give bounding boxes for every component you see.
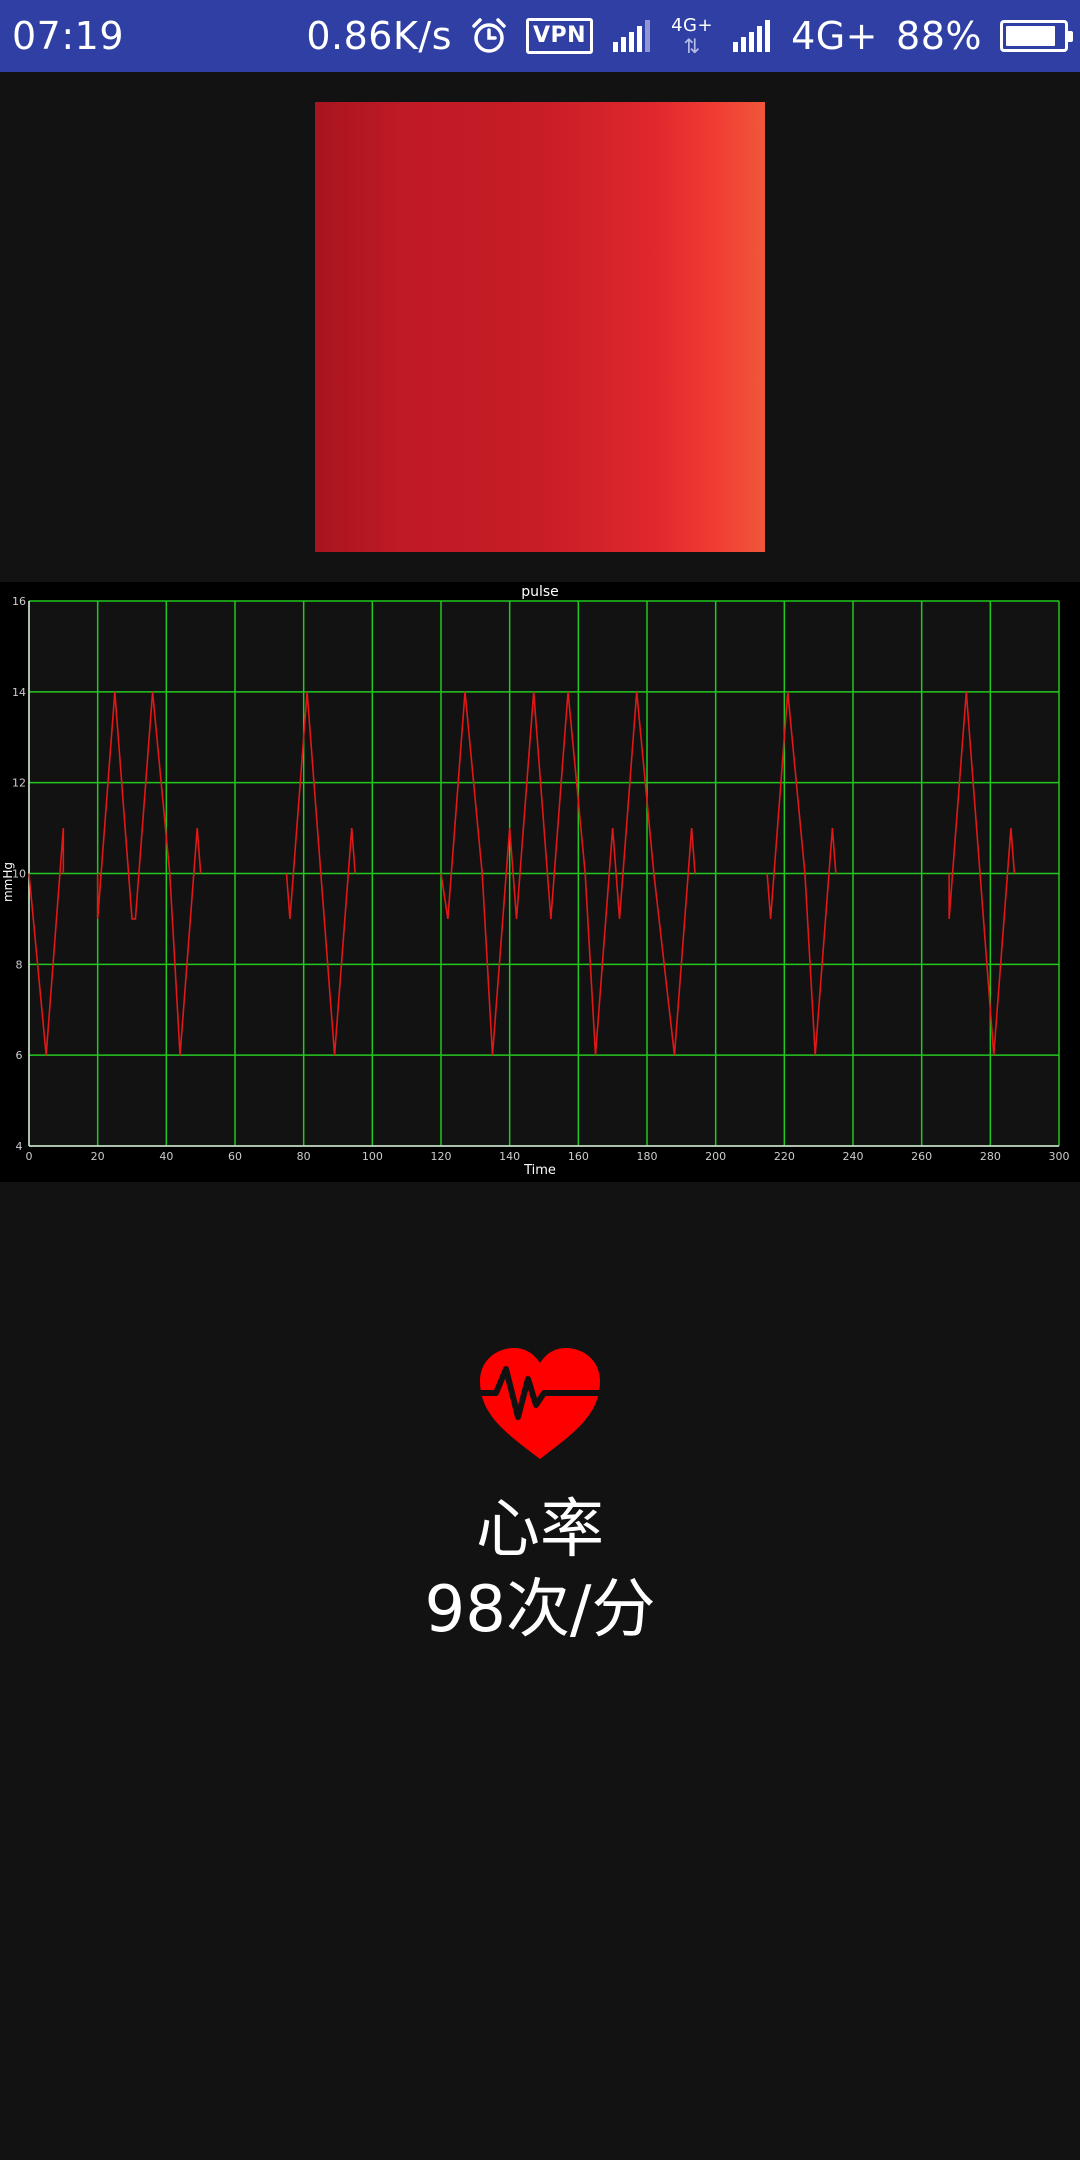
x-tick-label: 200 [705, 1150, 726, 1163]
chart-title: pulse [521, 584, 559, 600]
y-tick-label: 8 [16, 958, 23, 971]
battery-fill [1006, 26, 1056, 46]
y-tick-label: 14 [12, 686, 26, 699]
net-type-small-label: 4G+ [671, 15, 714, 36]
x-tick-label: 80 [297, 1150, 311, 1163]
x-tick-label: 120 [431, 1150, 452, 1163]
status-right-group: 0.86K/s VPN 4G+ ⇅ 4G+ 88% [306, 14, 1073, 58]
status-time: 07:19 [12, 14, 125, 58]
heart-rate-section: 心率 98次/分 [0, 1345, 1080, 1647]
vpn-icon: VPN [526, 18, 594, 54]
battery-icon [1000, 20, 1073, 52]
x-tick-label: 280 [980, 1150, 1001, 1163]
signal-icon [611, 18, 653, 54]
x-tick-label: 100 [362, 1150, 383, 1163]
y-axis-label: mmHg [1, 862, 15, 902]
x-tick-label: 60 [228, 1150, 242, 1163]
signal-icon [731, 18, 773, 54]
data-arrows-icon: ⇅ [683, 34, 701, 58]
heart-rate-value: 98次/分 [424, 1573, 656, 1647]
net-type-small: 4G+ ⇅ [671, 15, 714, 58]
x-tick-label: 160 [568, 1150, 589, 1163]
x-tick-label: 40 [159, 1150, 173, 1163]
x-tick-label: 220 [774, 1150, 795, 1163]
y-tick-label: 12 [12, 777, 26, 790]
net-type: 4G+ [791, 14, 879, 58]
pulse-chart-svg: 0 20 40 60 80 100 120 140 160 180 200 220 240 260 280 3… [1, 584, 1070, 1178]
pulse-chart: 0 20 40 60 80 100 120 140 160 180 200 220 240 260 280 3… [0, 582, 1080, 1182]
status-bar: 07:19 0.86K/s VPN 4G+ ⇅ 4G+ 88% [0, 0, 1080, 72]
x-tick-label: 20 [91, 1150, 105, 1163]
y-tick-label: 6 [16, 1049, 23, 1062]
net-speed: 0.86K/s [306, 14, 453, 58]
x-tick-label: 240 [843, 1150, 864, 1163]
x-tick-label: 260 [911, 1150, 932, 1163]
x-axis-label: Time [523, 1163, 556, 1178]
camera-preview [315, 102, 765, 552]
y-tick-label: 4 [16, 1140, 23, 1153]
y-tick-label: 16 [12, 595, 26, 608]
heart-pulse-icon [476, 1348, 604, 1459]
alarm-icon [470, 17, 508, 55]
x-tick-label: 180 [637, 1150, 658, 1163]
x-tick-label: 300 [1049, 1150, 1070, 1163]
heart-rate-label: 心率 [476, 1493, 604, 1567]
x-tick-label: 140 [499, 1150, 520, 1163]
x-tick-label: 0 [26, 1150, 33, 1163]
battery-percent: 88% [896, 14, 982, 58]
